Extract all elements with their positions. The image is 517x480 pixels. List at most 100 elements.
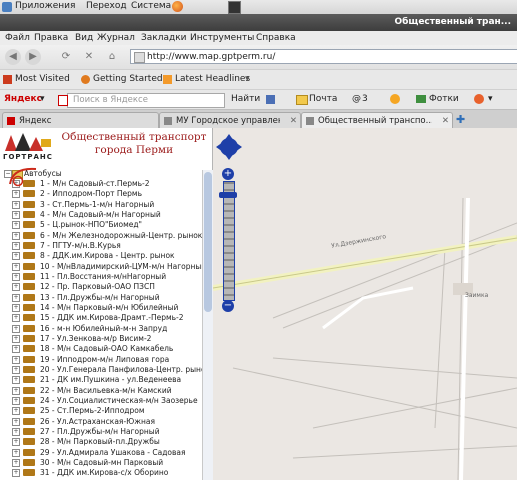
expand-icon[interactable]: + [12,190,20,199]
pan-control[interactable] [216,134,242,160]
expand-icon[interactable]: + [12,210,20,219]
menu-tools[interactable]: Инструменты [190,33,254,43]
close-tab-icon[interactable]: ✕ [442,116,449,126]
expand-icon[interactable]: + [12,303,20,312]
menu-places[interactable]: Переход [86,1,127,11]
yandex-favicon-icon [7,117,15,125]
bus-icon [23,272,35,280]
expand-icon[interactable]: + [12,241,20,250]
expand-icon[interactable]: + [12,386,20,395]
firefox-launcher-icon[interactable] [172,1,183,12]
site-identity-icon[interactable] [134,52,145,63]
zoom-slider-handle[interactable] [219,192,237,198]
expand-icon[interactable]: + [12,334,20,343]
expand-icon[interactable]: + [12,355,20,364]
bookmark-getting-started[interactable]: Getting Started [93,74,163,84]
expand-icon[interactable]: + [12,458,20,467]
expand-icon[interactable]: + [12,376,20,385]
most-visited-icon [3,75,12,84]
tab-public-transport[interactable]: Общественный транспо... ✕ [301,112,453,129]
tab-city-administration[interactable]: МУ Городское управлен... ✕ [159,112,301,129]
back-button[interactable]: ◀ [5,49,21,65]
mail-count[interactable]: 3 [362,94,368,104]
expand-icon[interactable]: + [12,200,20,209]
home-button[interactable]: ⌂ [104,49,120,65]
weather-icon[interactable] [390,94,400,104]
bus-icon [23,396,35,404]
chevron-down-icon[interactable]: ▾ [488,94,493,104]
annotation-arrow-icon [9,167,37,187]
chevron-down-icon[interactable]: ▾ [40,94,45,104]
forward-button[interactable]: ▶ [25,49,41,65]
menu-system[interactable]: Система [131,1,171,11]
route-label: 25 - Ст.Пермь-2-Ипподром [40,406,145,416]
stop-button[interactable]: ✕ [81,49,97,65]
site-headline: Общественный транспорт города Перми [56,131,212,157]
applications-menu-icon[interactable] [2,2,12,12]
bus-icon [23,231,35,239]
bookmark-most-visited[interactable]: Most Visited [15,74,70,84]
bus-icon [23,417,35,425]
expand-icon[interactable]: + [12,345,20,354]
bus-icon [23,334,35,342]
yandex-logo[interactable]: Яндекс [4,94,42,104]
zoom-out-button[interactable]: − [222,300,234,312]
expand-icon[interactable]: + [12,407,20,416]
route-label: 10 - М/нВладимирский-ЦУМ-м/н Нагорный [40,261,207,271]
bus-icon [23,427,35,435]
expand-icon[interactable]: + [12,417,20,426]
expand-icon[interactable]: + [12,231,20,240]
zoom-in-button[interactable]: + [222,168,234,180]
reload-button[interactable]: ⟳ [58,49,74,65]
extra-icon[interactable] [474,94,484,104]
route-label: 8 - ДДК.им.Кирова - Центр. рынок [40,251,175,261]
menu-edit[interactable]: Правка [34,33,68,43]
url-bar[interactable]: http://www.map.gptperm.ru/ [130,49,517,64]
expand-icon[interactable]: + [12,262,20,271]
chevron-down-icon[interactable]: ▾ [245,74,250,84]
zoom-slider[interactable] [223,181,235,301]
expand-icon[interactable]: + [12,448,20,457]
map-view[interactable]: Ул.Дзержинского Заимка + − [213,128,517,480]
tab-yandex[interactable]: Яндекс [2,112,159,129]
yandex-photos-button[interactable]: Фотки [429,94,459,104]
route-label: 24 - Ул.Социалистическая-м/н Заозерье [40,395,198,405]
rss-feed-icon [163,75,172,84]
mail-icon[interactable] [296,95,308,105]
menu-bookmarks[interactable]: Закладки [141,33,187,43]
route-label: 13 - Пл.Дружбы-м/н Нагорный [40,292,160,302]
terminal-launcher-icon[interactable] [228,1,241,14]
expand-icon[interactable]: + [12,365,20,374]
yandex-mail-button[interactable]: Почта [309,94,337,104]
expand-icon[interactable]: + [12,283,20,292]
menu-view[interactable]: Вид [75,33,93,43]
expand-icon[interactable]: + [12,314,20,323]
route-label: 12 - Пр. Парковый-ОАО ПЗСП [40,282,155,292]
expand-icon[interactable]: + [12,469,20,478]
route-label: 27 - Пл.Дружбы-м/н Нагорный [40,426,160,436]
yandex-find-button[interactable]: Найти [231,94,260,104]
yandex-search-input[interactable]: Поиск в Яндексе [67,93,225,108]
expand-icon[interactable]: + [12,272,20,281]
route-label: 29 - Ул.Адмирала Ушакова - Садовая [40,447,186,457]
expand-icon[interactable]: + [12,427,20,436]
menu-help[interactable]: Справка [256,33,296,43]
yandex-search-logo-icon [58,95,68,106]
route-list-scrollbar[interactable] [202,170,213,480]
bus-icon [23,407,35,415]
page-favicon-icon [306,117,314,125]
new-tab-icon[interactable]: ✚ [456,113,465,126]
bookmark-latest-headlines[interactable]: Latest Headlines [175,74,250,84]
menu-history[interactable]: Журнал [97,33,135,43]
expand-icon[interactable]: + [12,396,20,405]
expand-icon[interactable]: + [12,438,20,447]
expand-icon[interactable]: + [12,324,20,333]
yandex-bar-icon[interactable] [266,95,275,104]
menu-applications[interactable]: Приложения [15,1,75,11]
expand-icon[interactable]: + [12,252,20,261]
menu-file[interactable]: Файл [5,33,30,43]
close-tab-icon[interactable]: ✕ [290,116,297,126]
expand-icon[interactable]: + [12,221,20,230]
scrollbar-thumb[interactable] [204,172,212,312]
expand-icon[interactable]: + [12,293,20,302]
